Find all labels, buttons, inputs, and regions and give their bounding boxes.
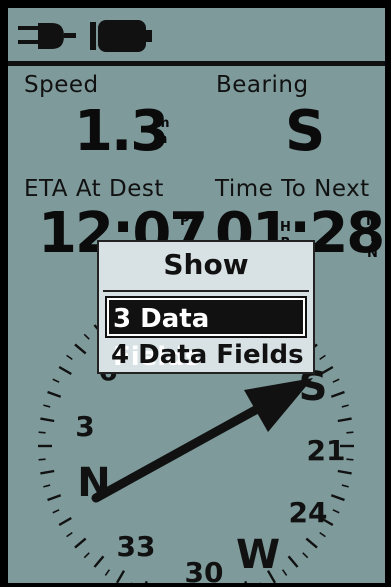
compass-tick [40, 469, 55, 475]
compass-tick [83, 333, 90, 340]
compass-tick [93, 555, 105, 568]
compass-tick [74, 537, 87, 549]
compass-tick [58, 365, 72, 376]
compass-tick [319, 531, 326, 538]
compass-tick [341, 404, 349, 408]
compass-labels: S2124W3033N36 [75, 354, 345, 583]
compass-tick [38, 431, 46, 434]
compass-label: 30 [185, 556, 224, 583]
speed-value: 1.3 [74, 99, 169, 164]
menu-item-3-data-fields[interactable]: 3 Data Fields [105, 296, 307, 372]
speed-unit: mh [156, 116, 170, 147]
compass-tick [66, 531, 73, 538]
compass-tick [47, 494, 62, 502]
compass-tick [346, 458, 354, 461]
time-to-next-label: Time To Next [215, 176, 370, 202]
bearing-label: Bearing [216, 72, 309, 98]
compass-label: 21 [307, 434, 346, 467]
popup-divider [103, 290, 309, 292]
compass-tick [332, 509, 340, 514]
compass-tick [287, 555, 299, 568]
compass-tick [244, 580, 248, 583]
compass-label: W [236, 532, 280, 578]
compass-tick [47, 390, 62, 398]
compass-tick [319, 354, 326, 361]
compass-tick [52, 509, 60, 514]
bearing-pointer [91, 378, 313, 503]
compass-tick [302, 552, 309, 559]
compass-tick [337, 469, 352, 475]
compass-tick [52, 378, 60, 383]
compass-tick [43, 404, 51, 408]
bearing-value: S [285, 99, 325, 164]
compass-tick [83, 552, 90, 559]
compass-tick [330, 494, 345, 502]
compass-label: 33 [117, 530, 156, 563]
compass-tick [104, 569, 111, 576]
compass-tick [332, 378, 340, 383]
eta-unit: P [180, 214, 190, 229]
time-to-next-unit-min: MIN [366, 214, 379, 261]
speed-label: Speed [24, 72, 99, 98]
compass-tick [40, 417, 55, 423]
compass-tick [66, 354, 73, 361]
compass-tick [281, 569, 288, 576]
gps-screen: S2124W3033N36 Speed 1.3 mh Bearing S ETA… [8, 8, 385, 583]
show-fields-popup: Show 3 Data Fields 4 Data Fields [97, 240, 315, 374]
compass-tick [305, 537, 318, 549]
compass-tick [330, 390, 345, 398]
compass-label: 24 [289, 496, 328, 529]
popup-title: Show [163, 248, 249, 281]
compass-tick [346, 431, 354, 434]
compass-tick [115, 570, 126, 583]
menu-item-4-data-fields[interactable]: 4 Data Fields [107, 336, 305, 374]
compass-label: 3 [75, 410, 94, 443]
compass-tick [74, 343, 87, 355]
compass-tick [43, 484, 51, 488]
compass-tick [144, 580, 148, 583]
compass-tick [38, 458, 46, 461]
compass-tick [341, 484, 349, 488]
compass-tick [58, 516, 72, 527]
compass-tick [337, 417, 352, 423]
eta-label: ETA At Dest [24, 176, 164, 202]
